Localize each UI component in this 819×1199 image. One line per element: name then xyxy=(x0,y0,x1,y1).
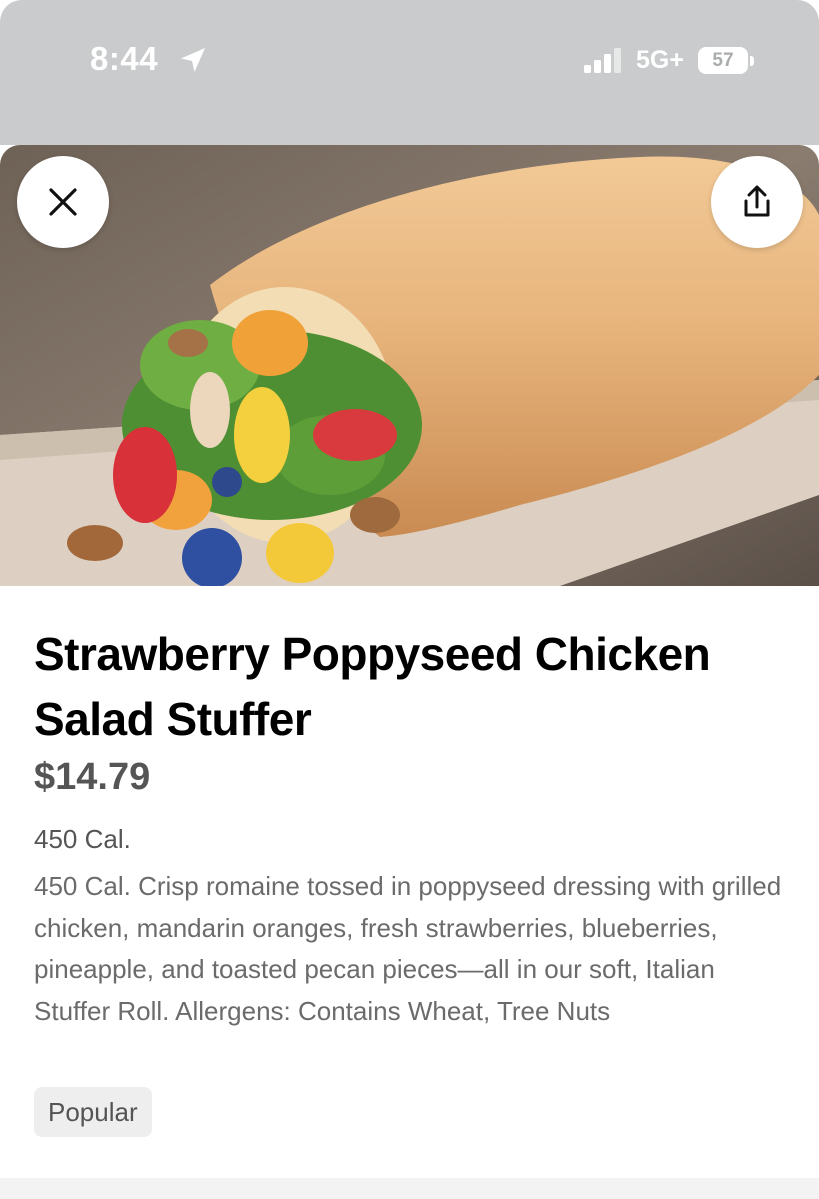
close-icon xyxy=(49,188,77,216)
signal-bars-icon xyxy=(584,48,621,73)
close-button[interactable] xyxy=(17,156,109,248)
item-title: Strawberry Poppyseed Chicken Salad Stuff… xyxy=(34,628,711,745)
location-arrow-icon xyxy=(181,48,205,72)
item-calories: 450 Cal. xyxy=(34,824,131,854)
popular-badge: Popular xyxy=(34,1087,152,1137)
section-divider xyxy=(0,1178,819,1199)
share-button[interactable] xyxy=(711,156,803,248)
network-type: 5G+ xyxy=(636,46,684,74)
battery-icon: 57 xyxy=(698,47,748,74)
status-time: 8:44 xyxy=(90,40,159,77)
share-icon xyxy=(744,185,770,217)
battery-tip xyxy=(750,56,754,66)
item-price: $14.79 xyxy=(34,756,151,798)
battery-level: 57 xyxy=(712,50,734,71)
item-photo xyxy=(0,145,819,586)
item-description: 450 Cal. Crisp romaine tossed in poppyse… xyxy=(34,871,782,1026)
